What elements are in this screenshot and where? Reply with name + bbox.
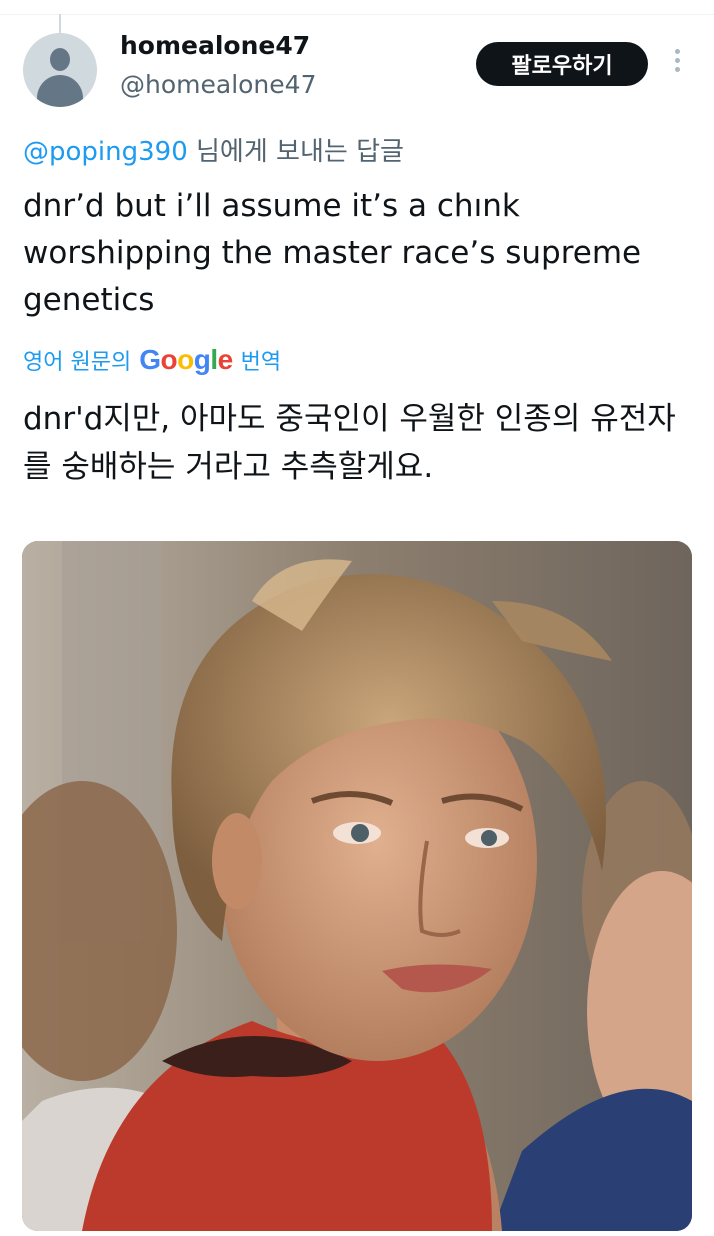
author-display-name[interactable]: homealone47 [120, 31, 310, 60]
reply-mention-link[interactable]: @poping390 [23, 137, 188, 167]
author-handle[interactable]: @homealone47 [120, 70, 316, 99]
translation-prefix: 영어 원문의 [23, 350, 132, 375]
reply-context: @poping390 님에게 보내는 답글 [23, 131, 404, 168]
photo-young-man-blond-hair-red-shirt [22, 541, 692, 1231]
follow-button[interactable]: 팔로우하기 [476, 42, 648, 86]
top-divider [0, 14, 714, 15]
more-vertical-icon[interactable] [667, 49, 687, 77]
tweet-text: dnr’d but i’ll assume it’s a chınk worsh… [23, 188, 642, 318]
tweet-detail: homealone47 @homealone47 팔로우하기 @poping39… [0, 0, 714, 1236]
tweet-media-photo[interactable] [22, 541, 692, 1231]
translation-attribution[interactable]: 영어 원문의 Google 번역 [23, 340, 281, 380]
translation-suffix: 번역 [240, 350, 282, 375]
google-logo: Google [139, 344, 233, 375]
thread-connector-line [59, 14, 61, 34]
default-avatar-icon[interactable] [23, 33, 97, 107]
reply-context-label: 님에게 보내는 답글 [187, 137, 404, 167]
translated-tweet-text: dnr'd지만, 아마도 중국인이 우월한 인종의 유전자를 숭배하는 거라고 … [23, 401, 676, 485]
